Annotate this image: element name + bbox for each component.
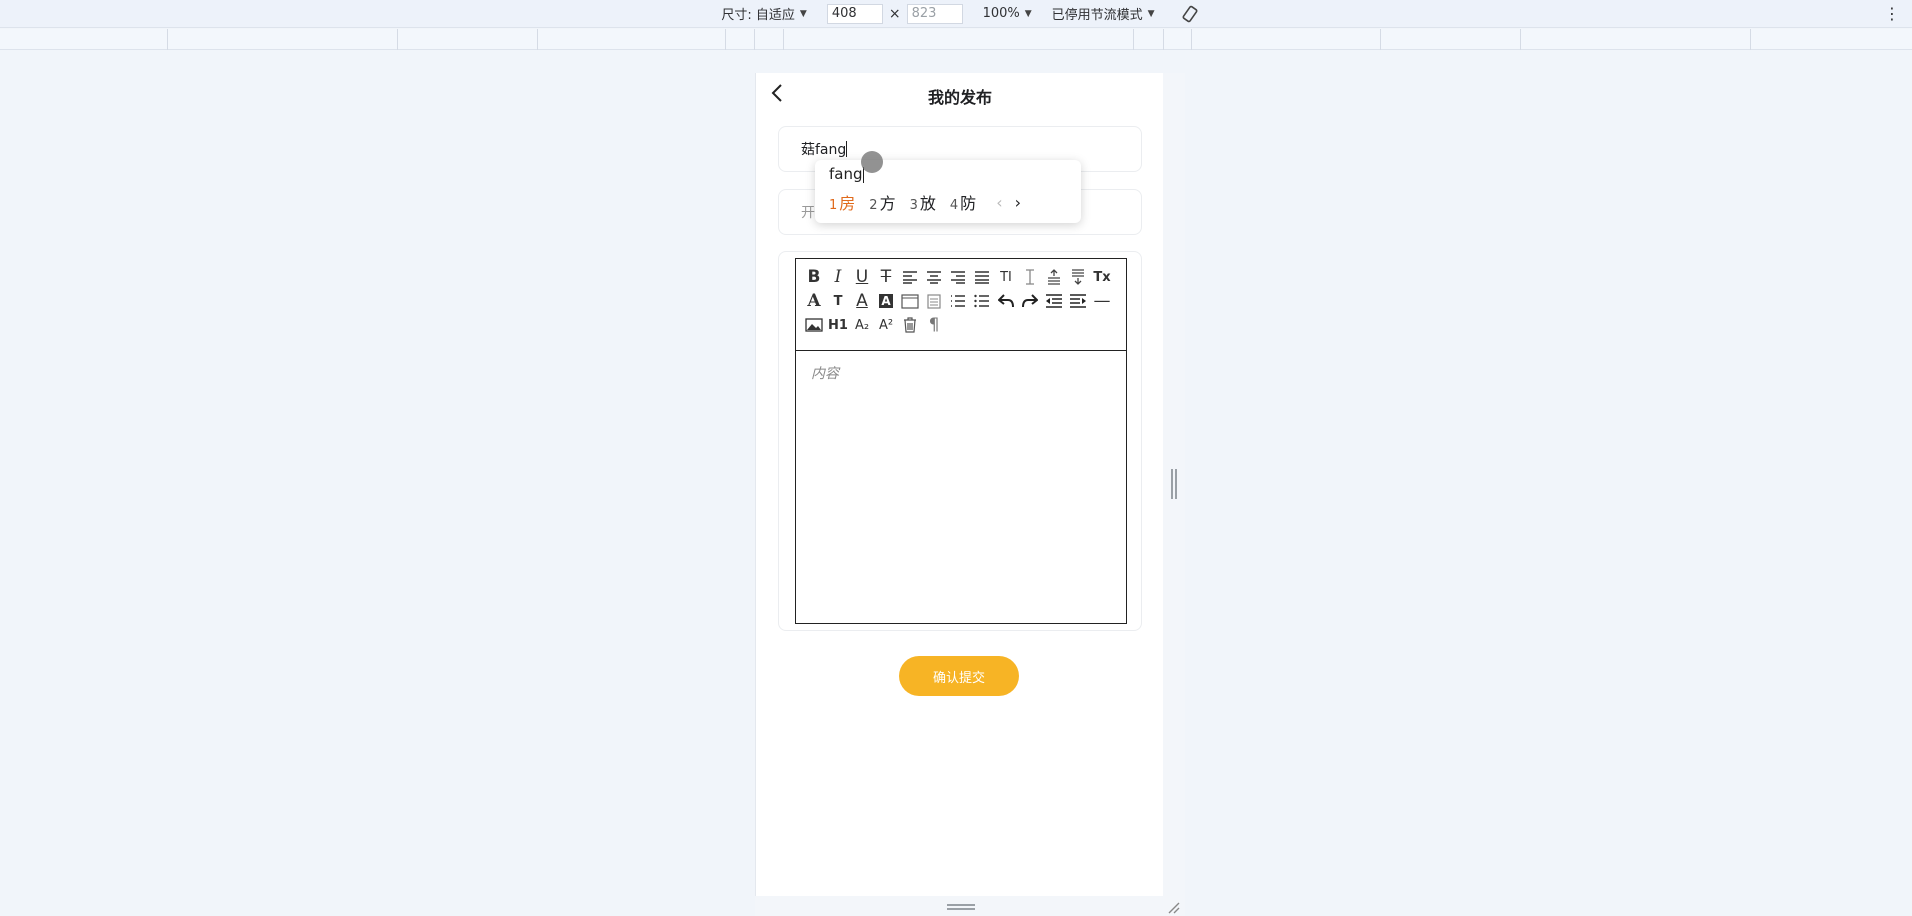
clear-format-icon[interactable]: Tx [1090,265,1114,289]
ime-candidate-text: 方 [879,194,896,213]
devtools-device-toolbar: 尺寸: 自适应 ▼ 408 × 823 100% ▼ 已停用节流模式 ▼ ⋮ [0,0,1912,28]
align-left-icon[interactable] [898,265,922,289]
rotate-icon[interactable] [1179,3,1201,25]
ime-candidate[interactable]: 4防 [950,190,976,214]
ime-candidate-text: 防 [960,194,977,213]
strikethrough-icon[interactable]: T [874,265,898,289]
font-family-icon[interactable]: A [802,289,826,313]
ordered-list-icon[interactable] [946,289,970,313]
ime-candidate-number: 1 [829,198,838,213]
resize-handle-bottom[interactable] [947,904,975,910]
checklist-icon[interactable] [922,289,946,313]
background-color-glyph: A [879,294,893,308]
horizontal-rule-icon[interactable]: — [1090,289,1114,313]
ime-candidate-number: 4 [949,198,959,213]
date-icon[interactable] [898,289,922,313]
zoom-label: 100% [982,6,1020,21]
image-icon[interactable] [802,313,826,337]
dimension-separator: × [888,5,901,22]
resize-handle-right[interactable] [1171,469,1177,499]
bullet-list-icon[interactable] [970,289,994,313]
text-cursor [846,141,848,157]
delete-icon[interactable] [898,313,922,337]
font-color-icon[interactable]: A [850,289,874,313]
dimension-dropdown-icon: ▼ [799,8,807,19]
device-height-input[interactable]: 823 [906,3,963,24]
superscript-icon[interactable]: A² [874,313,898,337]
throttle-label: 已停用节流模式 [1051,8,1143,23]
align-right-icon[interactable] [946,265,970,289]
indent-icon[interactable] [1066,289,1090,313]
ime-prev-page-icon[interactable]: ‹ [996,193,1002,212]
ime-candidate-text: 房 [839,194,856,213]
editor-toolbar: B I U T TI Tx A T A A — H1 A₂ A² ¶ [796,259,1126,351]
throttle-select[interactable]: 已停用节流模式 ▼ [1052,4,1155,23]
font-size-icon[interactable]: T [826,289,850,313]
underline-icon[interactable]: U [850,265,874,289]
ime-candidate-number: 2 [869,198,878,213]
space-before-icon[interactable] [1042,265,1066,289]
line-height-icon[interactable] [1018,265,1042,289]
touch-pointer-indicator [861,151,883,173]
ime-candidate-text: 放 [919,194,936,213]
dimension-select[interactable]: 尺寸: 自适应 ▼ [721,4,806,23]
ime-candidate-number: 3 [909,198,918,213]
throttle-dropdown-icon: ▼ [1147,8,1155,19]
nav-bar: 我的发布 [756,73,1164,113]
background-color-icon[interactable]: A [874,289,898,313]
space-after-icon[interactable] [1066,265,1090,289]
page-title: 我的发布 [927,88,992,107]
heading-icon[interactable]: H1 [826,313,850,337]
redo-icon[interactable] [1018,289,1042,313]
ime-candidate-popup: fang 1房 2方 3放 4防 ‹ › [815,160,1081,223]
zoom-dropdown-icon: ▼ [1024,8,1032,19]
paragraph-icon[interactable]: ¶ [922,313,946,337]
dimension-label: 尺寸: 自适应 [721,8,795,23]
ime-candidate[interactable]: 2方 [869,190,895,214]
ime-candidate[interactable]: 3放 [910,190,936,214]
ime-candidate[interactable]: 1房 [829,190,855,214]
ime-composition-text: fang [829,165,863,183]
content-placeholder: 内容 [811,366,839,382]
undo-icon[interactable] [994,289,1018,313]
resize-handle-corner[interactable] [1166,899,1180,914]
device-width-input[interactable]: 408 [826,3,883,24]
media-query-ruler [0,29,1912,50]
text-size-icon[interactable]: TI [994,265,1018,289]
ime-next-page-icon[interactable]: › [1015,193,1021,212]
ime-composition: fang [829,165,864,183]
editor-card: B I U T TI Tx A T A A — H1 A₂ A² ¶ 内容 [778,251,1142,631]
ime-candidate-list: 1房 2方 3放 4防 ‹ › [829,190,1027,214]
more-options-icon[interactable]: ⋮ [1884,4,1900,24]
editor-content[interactable]: 内容 [796,351,1126,395]
rich-text-editor: B I U T TI Tx A T A A — H1 A₂ A² ¶ 内容 [795,258,1127,624]
bold-icon[interactable]: B [802,265,826,289]
subscript-icon[interactable]: A₂ [850,313,874,337]
italic-icon[interactable]: I [826,265,850,289]
align-justify-icon[interactable] [970,265,994,289]
outdent-icon[interactable] [1042,289,1066,313]
submit-button[interactable]: 确认提交 [899,656,1019,696]
title-input-value: 菇fang [801,142,847,158]
align-center-icon[interactable] [922,265,946,289]
zoom-select[interactable]: 100% ▼ [983,6,1032,21]
